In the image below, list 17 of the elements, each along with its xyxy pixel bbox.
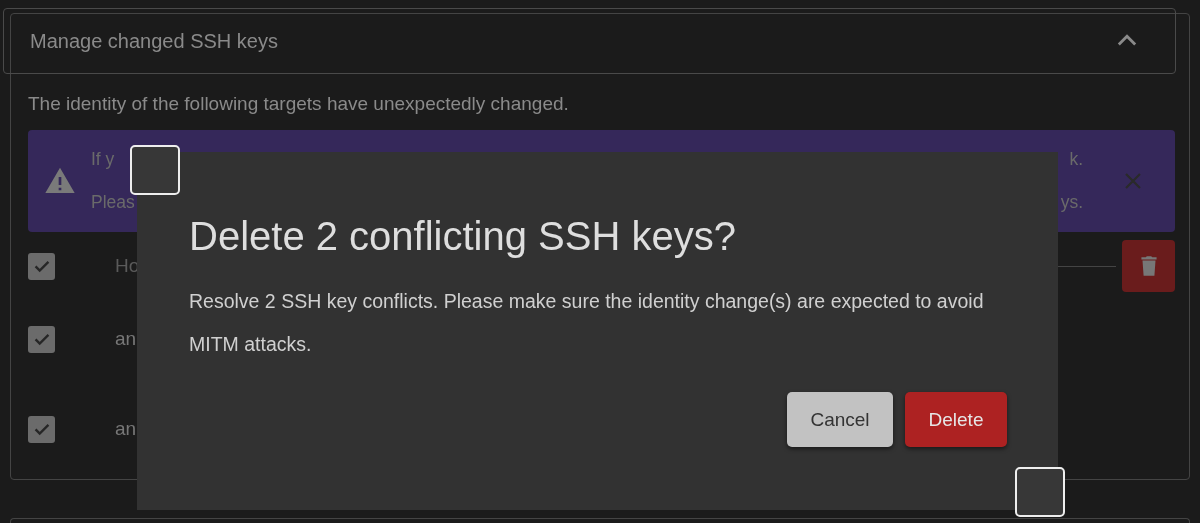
- dialog-title: Delete 2 conflicting SSH keys?: [189, 213, 737, 260]
- alert-text: k.: [1069, 149, 1083, 170]
- table-cell: an: [115, 328, 137, 350]
- cancel-button[interactable]: Cancel: [787, 392, 893, 447]
- delete-button[interactable]: [1122, 240, 1175, 292]
- alert-text: ys.: [1060, 192, 1083, 213]
- description-text: The identity of the following targets have unexpectedly changed.: [28, 93, 570, 115]
- checkbox[interactable]: [28, 252, 55, 280]
- panel-title: Manage changed SSH keys: [30, 29, 278, 53]
- panel-header[interactable]: Manage changed SSH keys: [3, 8, 1176, 74]
- alert-text: Pleas: [91, 192, 135, 213]
- checkbox[interactable]: [28, 325, 55, 353]
- table-cell: an: [115, 418, 137, 440]
- alert-text: If y: [91, 149, 115, 170]
- dialog-text: Resolve 2 SSH key conflicts. Please make sure the identity change(s) are expected to avoid MITM attacks.: [189, 289, 985, 357]
- checkbox[interactable]: [28, 415, 55, 443]
- delete-button[interactable]: Delete: [905, 392, 1007, 447]
